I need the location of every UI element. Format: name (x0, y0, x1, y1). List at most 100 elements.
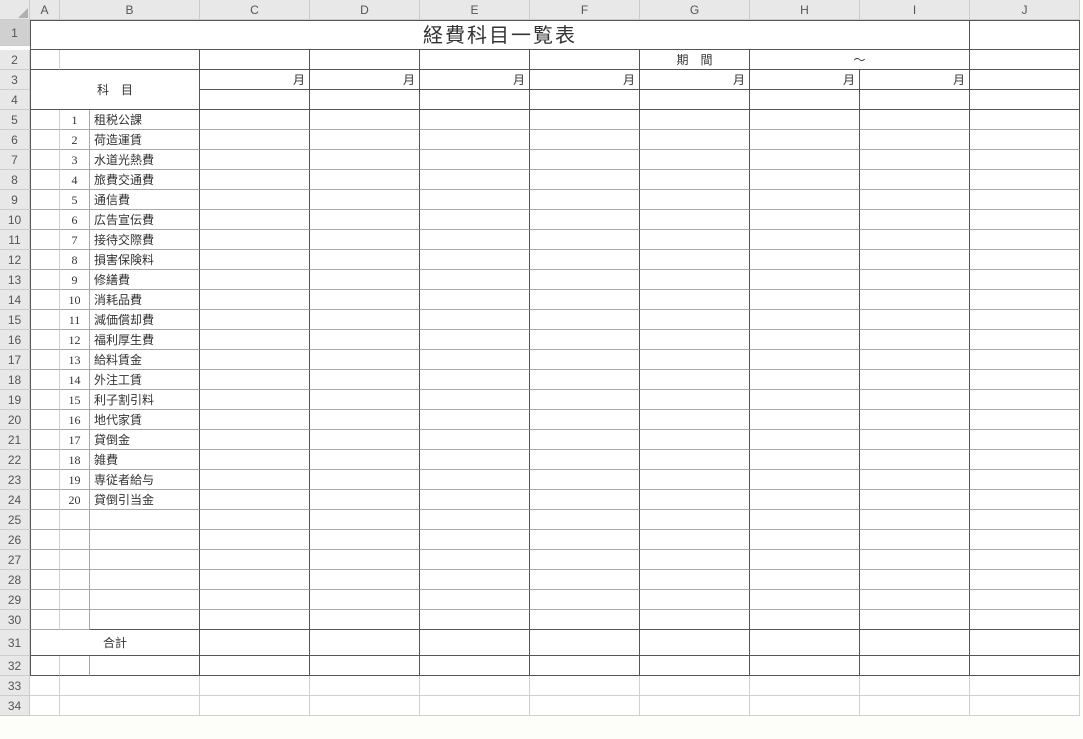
cell[interactable] (750, 250, 860, 270)
cell[interactable] (30, 370, 60, 390)
cell[interactable] (970, 370, 1080, 390)
cell[interactable] (970, 310, 1080, 330)
cell[interactable] (640, 290, 750, 310)
row-header[interactable]: 30 (0, 610, 30, 630)
cell[interactable] (310, 310, 420, 330)
cell[interactable] (60, 530, 90, 550)
cell[interactable] (860, 590, 970, 610)
cell[interactable] (860, 150, 970, 170)
cell[interactable] (860, 90, 970, 110)
cell[interactable] (530, 410, 640, 430)
cell[interactable] (30, 250, 60, 270)
cell[interactable] (420, 170, 530, 190)
cell[interactable] (30, 430, 60, 450)
col-header-J[interactable]: J (970, 0, 1080, 20)
cell[interactable] (310, 350, 420, 370)
cell[interactable] (310, 330, 420, 350)
cell[interactable] (200, 490, 310, 510)
cell[interactable] (310, 590, 420, 610)
row-header[interactable]: 20 (0, 410, 30, 430)
cell[interactable] (750, 210, 860, 230)
spreadsheet-grid[interactable]: ABCDEFGHIJ1経費科目一覧表2期 間～3科 目月月月月月月月451租税公… (0, 0, 1083, 716)
cell[interactable] (970, 410, 1080, 430)
cell[interactable] (60, 510, 90, 530)
cell[interactable] (530, 550, 640, 570)
cell[interactable] (310, 110, 420, 130)
cell[interactable] (860, 110, 970, 130)
cell[interactable] (420, 590, 530, 610)
row-header[interactable]: 22 (0, 450, 30, 470)
cell[interactable] (90, 530, 200, 550)
cell[interactable] (640, 390, 750, 410)
cell[interactable] (970, 430, 1080, 450)
cell[interactable] (970, 696, 1080, 716)
cell[interactable] (420, 656, 530, 676)
cell[interactable] (420, 410, 530, 430)
cell[interactable] (640, 656, 750, 676)
cell[interactable] (860, 130, 970, 150)
cell[interactable] (30, 210, 60, 230)
cell[interactable] (420, 696, 530, 716)
cell[interactable] (750, 390, 860, 410)
cell[interactable] (530, 350, 640, 370)
cell[interactable] (860, 330, 970, 350)
cell[interactable] (750, 170, 860, 190)
cell[interactable] (310, 170, 420, 190)
row-header[interactable]: 31 (0, 630, 30, 656)
cell[interactable] (30, 696, 60, 716)
cell[interactable] (200, 170, 310, 190)
cell[interactable] (860, 470, 970, 490)
cell[interactable] (530, 270, 640, 290)
cell[interactable] (530, 656, 640, 676)
row-header[interactable]: 6 (0, 130, 30, 150)
row-header[interactable]: 3 (0, 70, 30, 90)
cell[interactable] (60, 550, 90, 570)
cell[interactable] (640, 350, 750, 370)
cell[interactable] (750, 510, 860, 530)
cell[interactable] (310, 570, 420, 590)
select-all-corner[interactable] (0, 0, 30, 20)
cell[interactable] (640, 570, 750, 590)
cell[interactable] (420, 550, 530, 570)
row-header[interactable]: 8 (0, 170, 30, 190)
cell[interactable] (750, 470, 860, 490)
cell[interactable] (970, 630, 1080, 656)
cell[interactable] (200, 150, 310, 170)
cell[interactable] (530, 590, 640, 610)
cell[interactable] (860, 530, 970, 550)
cell[interactable] (310, 130, 420, 150)
row-header[interactable]: 24 (0, 490, 30, 510)
cell[interactable] (200, 470, 310, 490)
cell[interactable] (640, 230, 750, 250)
cell[interactable] (200, 550, 310, 570)
row-header[interactable]: 10 (0, 210, 30, 230)
cell[interactable] (200, 676, 310, 696)
row-header[interactable]: 11 (0, 230, 30, 250)
cell[interactable] (420, 90, 530, 110)
cell[interactable] (750, 310, 860, 330)
row-header[interactable]: 23 (0, 470, 30, 490)
cell[interactable] (640, 510, 750, 530)
cell[interactable] (970, 70, 1080, 90)
cell[interactable] (530, 676, 640, 696)
cell[interactable] (90, 590, 200, 610)
cell[interactable] (530, 390, 640, 410)
cell[interactable] (970, 490, 1080, 510)
cell[interactable] (310, 370, 420, 390)
cell[interactable] (530, 630, 640, 656)
cell[interactable] (970, 290, 1080, 310)
cell[interactable] (530, 510, 640, 530)
cell[interactable] (860, 210, 970, 230)
cell[interactable] (750, 696, 860, 716)
cell[interactable] (530, 190, 640, 210)
cell[interactable] (970, 50, 1080, 70)
row-header[interactable]: 17 (0, 350, 30, 370)
cell[interactable] (970, 20, 1080, 50)
cell[interactable] (420, 150, 530, 170)
row-header[interactable]: 9 (0, 190, 30, 210)
cell[interactable] (30, 390, 60, 410)
cell[interactable] (750, 530, 860, 550)
cell[interactable] (750, 676, 860, 696)
cell[interactable] (200, 90, 310, 110)
cell[interactable] (30, 230, 60, 250)
